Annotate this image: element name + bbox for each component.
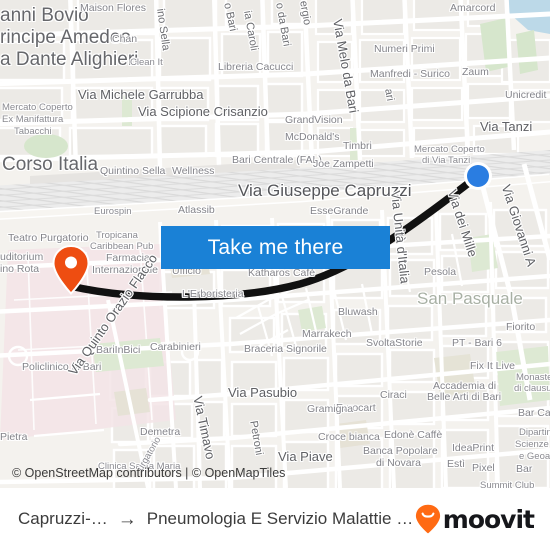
route-origin-label: Capruzzi-… <box>18 509 108 528</box>
arrow-right-icon: → <box>117 508 137 530</box>
moovit-logo[interactable]: moovit <box>415 504 538 534</box>
route-summary: Capruzzi-… → Pneumologia E Servizio Mala… <box>18 509 415 529</box>
route-destination-label: Pneumologia E Servizio Malattie Res… <box>146 509 415 528</box>
moovit-map-screen: anni Bovio rincipe Amedeo a Dante Alighier… <box>0 0 550 550</box>
map-dot-icon <box>464 162 492 190</box>
bottom-route-bar: Capruzzi-… → Pneumologia E Servizio Mala… <box>0 488 550 550</box>
moovit-wordmark: moovit <box>442 504 535 534</box>
map-pin-icon <box>52 244 90 295</box>
take-me-there-button[interactable]: Take me there <box>161 226 390 269</box>
map-canvas[interactable]: anni Bovio rincipe Amedeo a Dante Alighier… <box>0 0 550 488</box>
origin-pin-marker[interactable] <box>52 244 90 295</box>
map-attribution: © OpenStreetMap contributors | © OpenMap… <box>12 466 286 480</box>
moovit-pin-icon <box>415 504 440 534</box>
destination-dot-marker[interactable] <box>462 160 494 192</box>
